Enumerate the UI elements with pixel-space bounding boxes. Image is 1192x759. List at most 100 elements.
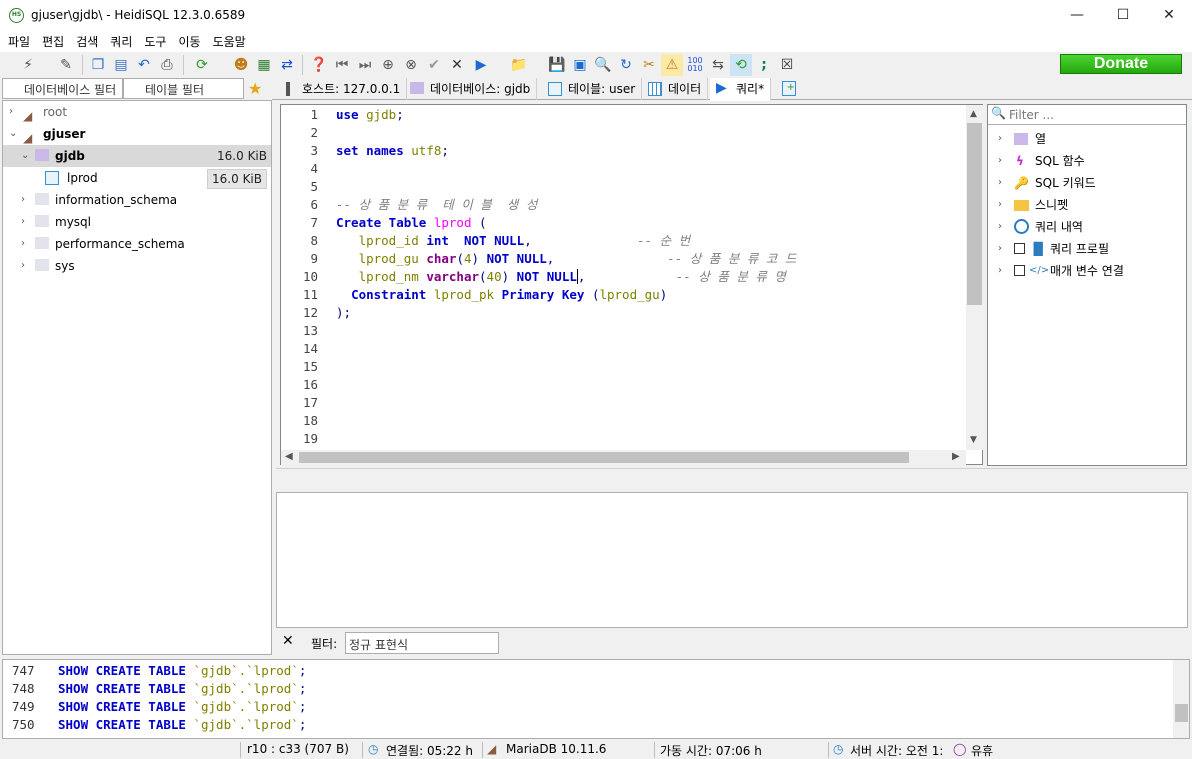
- helper-item-query-history[interactable]: › 쿼리 내역: [988, 216, 1184, 238]
- database-tree: › ◢ root ⌄ ◢ gjuser ⌄ gjdb 16.0 KiB lpro…: [2, 100, 272, 655]
- database-icon: [35, 259, 49, 271]
- open-folder-icon[interactable]: 📁: [508, 54, 530, 76]
- helper-item-sql-keywords[interactable]: › 🔑 SQL 키워드: [988, 172, 1184, 194]
- bar-chart-icon: ▐▌: [1029, 242, 1048, 256]
- transfer-icon[interactable]: ⇄: [276, 54, 298, 76]
- helper-item-query-profile[interactable]: › ▐▌ 쿼리 프로필: [988, 238, 1184, 260]
- menu-query[interactable]: 쿼리: [104, 30, 138, 52]
- undo-icon[interactable]: ↶: [133, 54, 155, 76]
- window-title: gjuser\gjdb\ - HeidiSQL 12.3.0.6589: [31, 8, 246, 22]
- tab-host[interactable]: 호스트: 127.0.0.1: [276, 78, 408, 100]
- dolphin-icon: ◢: [23, 109, 33, 123]
- print-icon[interactable]: ⎙: [156, 54, 178, 76]
- code-icon: </>: [1029, 265, 1050, 276]
- tree-item-information-schema[interactable]: › information_schema: [3, 189, 271, 211]
- tab-table[interactable]: 테이블: user: [542, 78, 643, 100]
- splitter[interactable]: [276, 468, 1188, 494]
- find-icon[interactable]: 🔍: [592, 54, 614, 76]
- helper-item-bind-params[interactable]: › </> 매개 변수 연결: [988, 260, 1184, 282]
- code-line: lprod_id int NOT NULL, -- 순 번: [358, 233, 691, 248]
- dolphin-icon: ◢: [487, 742, 497, 756]
- editor-horizontal-scrollbar[interactable]: ◀ ▶: [281, 450, 966, 465]
- donate-button[interactable]: Donate: [1060, 54, 1182, 74]
- user-manager-icon[interactable]: ☻: [230, 54, 252, 76]
- close-button[interactable]: ✕: [1146, 0, 1192, 30]
- checkbox[interactable]: [1014, 243, 1025, 254]
- host-icon: [286, 82, 290, 96]
- binary-icon[interactable]: 100 010: [684, 54, 706, 76]
- maximize-button[interactable]: ☐: [1100, 0, 1146, 30]
- tree-item-gjuser[interactable]: ⌄ ◢ gjuser: [3, 123, 271, 145]
- clear-icon[interactable]: ✂: [638, 54, 660, 76]
- help-icon[interactable]: ❓: [308, 54, 330, 76]
- post-icon[interactable]: ✔: [423, 54, 445, 76]
- close-query-icon[interactable]: ☒: [776, 54, 798, 76]
- export-icon[interactable]: ▦: [253, 54, 275, 76]
- database-filter-input[interactable]: 데이터베이스 필터: [2, 78, 123, 99]
- server-version: MariaDB 10.11.6: [506, 742, 607, 756]
- sql-editor[interactable]: 1 2 3 4 5 6 7 8 9 10 11 12 13 14 15 16 1…: [280, 104, 983, 465]
- tree-item-root[interactable]: › ◢ root: [3, 101, 271, 123]
- editor-vertical-scrollbar[interactable]: ▲ ▼: [966, 105, 983, 450]
- line-number-gutter: 1 2 3 4 5 6 7 8 9 10 11 12 13 14 15 16 1…: [281, 105, 325, 450]
- sync-icon[interactable]: ⟲: [730, 54, 752, 76]
- insert-row-icon[interactable]: ⊕: [377, 54, 399, 76]
- uptime: 가동 시간: 07:06 h: [660, 744, 762, 758]
- refresh-icon[interactable]: ⟳: [191, 54, 213, 76]
- tree-item-gjdb[interactable]: ⌄ gjdb 16.0 KiB: [3, 145, 271, 167]
- code-line: -- 상 품 분 류 테 이 블 생 성: [336, 197, 538, 212]
- menu-edit[interactable]: 편집: [36, 30, 70, 52]
- paste-icon[interactable]: ▤: [110, 54, 132, 76]
- warning-icon[interactable]: ⚠: [661, 54, 683, 76]
- menu-search[interactable]: 검색: [70, 30, 104, 52]
- tree-item-sys[interactable]: › sys: [3, 255, 271, 277]
- close-filter-icon[interactable]: ✕: [282, 633, 294, 649]
- result-grid-area: [276, 492, 1188, 628]
- helper-filter-input[interactable]: 🔍 Filter ...: [988, 105, 1186, 125]
- tree-item-lprod[interactable]: lprod 16.0 KiB: [3, 167, 271, 189]
- cursor-position: r10 : c33 (707 B): [247, 742, 349, 756]
- helper-item-snippets[interactable]: › 스니펫: [988, 194, 1184, 216]
- semicolon-icon[interactable]: ;: [753, 54, 775, 76]
- save-icon[interactable]: 💾: [546, 54, 568, 76]
- log-scrollbar[interactable]: [1173, 660, 1189, 738]
- favorites-star-icon[interactable]: ★: [248, 79, 262, 98]
- database-icon: [35, 215, 49, 227]
- code-line: lprod_gu char(4) NOT NULL, -- 상 품 분 류 코 …: [358, 251, 797, 266]
- tree-item-performance-schema[interactable]: › performance_schema: [3, 233, 271, 255]
- wrap-icon[interactable]: ⇆: [707, 54, 729, 76]
- tab-database[interactable]: 데이터베이스: gjdb: [404, 78, 538, 100]
- connect-icon[interactable]: ⚡: [17, 54, 39, 76]
- idle-icon: ◯: [953, 742, 967, 756]
- menu-file[interactable]: 파일: [2, 30, 36, 52]
- scroll-thumb[interactable]: [299, 452, 909, 463]
- search-icon: 🔍: [991, 106, 1006, 120]
- checkbox[interactable]: [1014, 265, 1025, 276]
- tab-query[interactable]: ▶ 쿼리*: [710, 78, 772, 101]
- table-filter-input[interactable]: 테이블 필터: [123, 78, 244, 99]
- tab-data[interactable]: 데이터: [642, 78, 709, 100]
- helper-item-columns[interactable]: › 열: [988, 128, 1184, 150]
- database-icon: [35, 193, 49, 205]
- delete-row-icon[interactable]: ⊗: [400, 54, 422, 76]
- minimize-button[interactable]: —: [1054, 0, 1100, 30]
- cancel-icon[interactable]: ✕: [446, 54, 468, 76]
- helper-item-sql-functions[interactable]: › ϟ SQL 함수: [988, 150, 1184, 172]
- run-icon[interactable]: ▶: [470, 54, 492, 76]
- folder-icon: [1014, 200, 1029, 211]
- scroll-thumb[interactable]: [967, 123, 982, 305]
- menu-help[interactable]: 도움말: [207, 30, 252, 52]
- code-line: use gjdb;: [336, 107, 404, 122]
- last-icon[interactable]: ⏭: [354, 54, 376, 76]
- copy-icon[interactable]: ❐: [87, 54, 109, 76]
- menu-goto[interactable]: 이동: [172, 30, 206, 52]
- tree-item-mysql[interactable]: › mysql: [3, 211, 271, 233]
- save-as-icon[interactable]: ▣: [569, 54, 591, 76]
- first-icon[interactable]: ⏮: [331, 54, 353, 76]
- replace-icon[interactable]: ↻: [615, 54, 637, 76]
- menu-tools[interactable]: 도구: [138, 30, 172, 52]
- new-query-tab-icon[interactable]: +: [782, 81, 796, 96]
- disconnect-icon[interactable]: ✎: [55, 54, 77, 76]
- clock-icon: ◷: [833, 742, 844, 756]
- regex-filter-input[interactable]: 정규 표현식: [345, 632, 499, 654]
